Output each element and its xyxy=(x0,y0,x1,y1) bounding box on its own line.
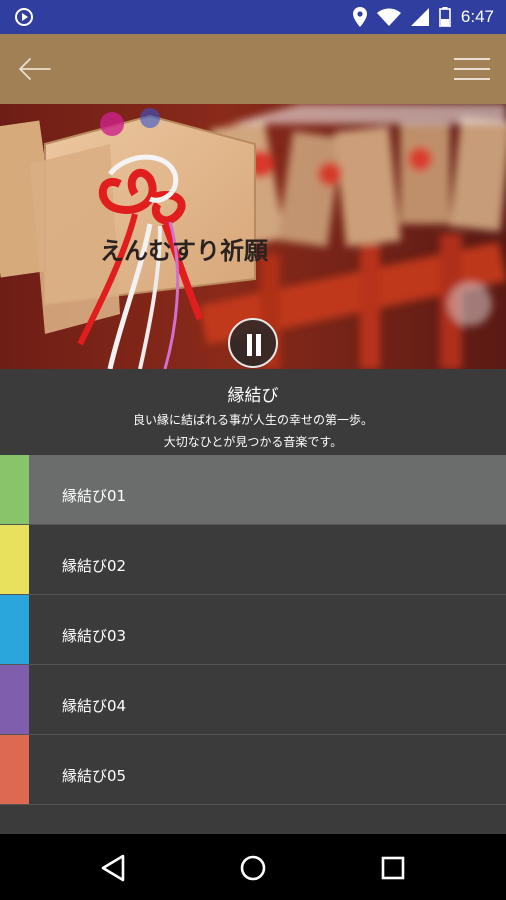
track-color-stripe xyxy=(0,455,29,524)
track-row-04[interactable]: 縁結び04 xyxy=(0,665,506,735)
track-row-01[interactable]: 縁結び01 xyxy=(0,455,506,525)
hamburger-menu-icon[interactable] xyxy=(452,50,492,88)
category-description-line2: 大切なひとが見つかる音楽です。 xyxy=(163,435,343,449)
battery-icon xyxy=(439,7,451,27)
category-description-line1: 良い縁に結ばれる事が人生の幸せの第一歩。 xyxy=(132,413,373,427)
cell-signal-icon xyxy=(410,8,429,26)
status-bar: 6:47 xyxy=(0,0,506,34)
media-play-icon xyxy=(15,8,33,26)
track-label: 縁結び03 xyxy=(62,627,127,645)
track-color-stripe xyxy=(0,525,29,594)
track-color-stripe xyxy=(0,595,29,664)
track-row-05[interactable]: 縁結び05 xyxy=(0,735,506,805)
category-title: 縁結び xyxy=(227,386,279,406)
home-circle-icon[interactable] xyxy=(233,848,273,888)
location-icon xyxy=(352,7,367,27)
track-row-03[interactable]: 縁結び03 xyxy=(0,595,506,665)
pause-icon xyxy=(247,334,252,356)
system-navigation-bar xyxy=(0,834,506,900)
track-list: 縁結び01 縁結び02 縁結び03 縁結び04 縁結び05 xyxy=(0,455,506,805)
track-label: 縁結び04 xyxy=(62,697,127,715)
pause-button[interactable] xyxy=(228,318,278,368)
track-row-02[interactable]: 縁結び02 xyxy=(0,525,506,595)
wifi-icon xyxy=(376,8,401,26)
plaque-text: えんむすり祈願 xyxy=(100,236,269,265)
list-bottom-area xyxy=(0,806,506,834)
back-triangle-icon[interactable] xyxy=(93,848,133,888)
track-label: 縁結び05 xyxy=(62,767,127,785)
track-color-stripe xyxy=(0,735,29,804)
recents-square-icon[interactable] xyxy=(373,848,413,888)
track-label: 縁結び02 xyxy=(62,557,127,575)
track-color-stripe xyxy=(0,665,29,734)
app-bar xyxy=(0,34,506,104)
track-label: 縁結び01 xyxy=(62,487,127,505)
hero-image: えんむすり祈願 xyxy=(0,104,506,369)
arrow-left-icon[interactable] xyxy=(14,50,54,88)
clock-time: 6:47 xyxy=(460,7,494,26)
category-info: 縁結び 良い縁に結ばれる事が人生の幸せの第一歩。 大切なひとが見つかる音楽です。 xyxy=(0,369,506,455)
